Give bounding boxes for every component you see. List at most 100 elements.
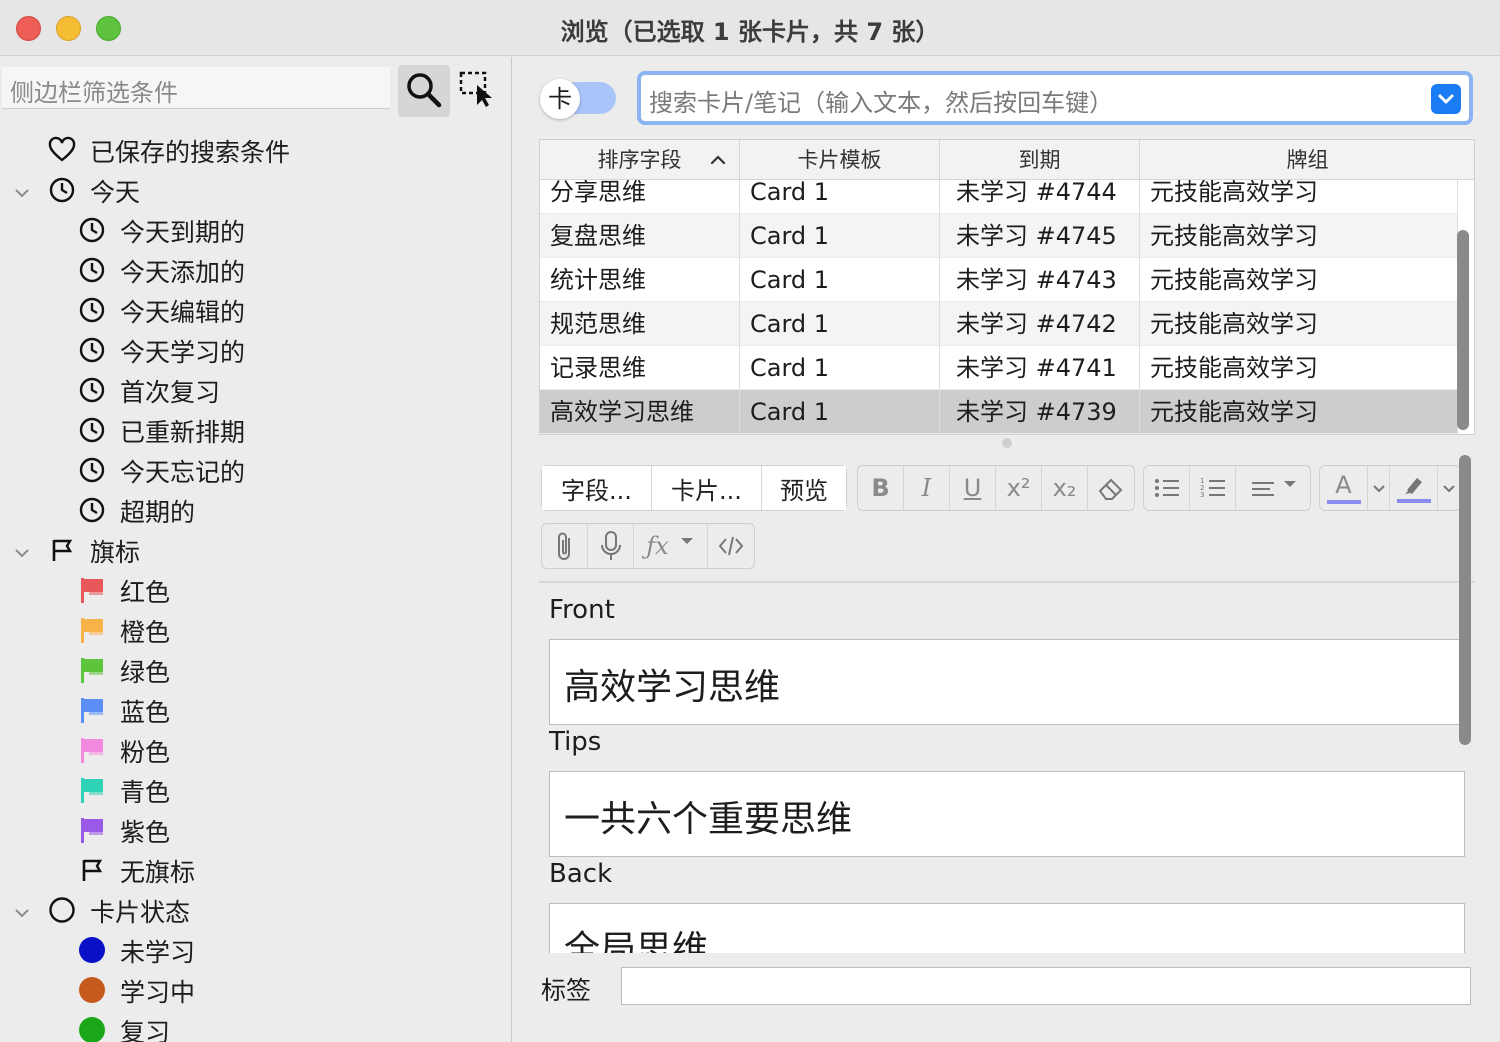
sidebar-item[interactable]: 已重新排期 bbox=[0, 410, 511, 450]
table-cell-deck: 元技能高效学习 bbox=[1140, 302, 1458, 346]
sidebar-item[interactable]: 紫色 bbox=[0, 810, 511, 850]
code-icon bbox=[718, 536, 744, 556]
field-editor[interactable]: 全局思维 bbox=[549, 903, 1465, 953]
bold-button[interactable]: B bbox=[858, 466, 904, 510]
bullet-list-button[interactable] bbox=[1144, 466, 1190, 510]
highlight-color-button[interactable] bbox=[1390, 466, 1438, 510]
tags-label: 标签 bbox=[541, 976, 592, 1005]
subscript-button[interactable]: x₂ bbox=[1042, 466, 1088, 510]
sidebar-item[interactable]: 今天添加的 bbox=[0, 250, 511, 290]
browse-window: 浏览（已选取 1 张卡片，共 7 张） 侧边栏筛选条件 已保存的搜索条件 今天 今天… bbox=[0, 0, 1500, 1042]
sidebar-filter-input[interactable]: 侧边栏筛选条件 bbox=[2, 67, 390, 109]
sidebar-item[interactable]: 今天到期的 bbox=[0, 210, 511, 250]
sidebar-item[interactable]: 粉色 bbox=[0, 730, 511, 770]
sidebar-item[interactable]: 青色 bbox=[0, 770, 511, 810]
sidebar-search-button[interactable] bbox=[398, 65, 450, 117]
table-cell-deck: 元技能高效学习 bbox=[1140, 390, 1458, 434]
italic-button[interactable]: I bbox=[904, 466, 950, 510]
cards-button[interactable]: 卡片... bbox=[652, 466, 762, 510]
fields-button[interactable]: 字段... bbox=[542, 466, 652, 510]
flag-cyan-icon bbox=[78, 776, 106, 804]
subscript-icon: x₂ bbox=[1052, 474, 1077, 502]
underline-button[interactable]: U bbox=[950, 466, 996, 510]
caret-down-icon bbox=[680, 538, 693, 544]
field-editor[interactable]: 高效学习思维 bbox=[549, 639, 1465, 725]
sort-ascending-icon bbox=[710, 155, 726, 165]
chevron-down-icon bbox=[1443, 485, 1455, 493]
html-editor-button[interactable] bbox=[708, 524, 754, 568]
numbered-list-button[interactable]: 123 bbox=[1190, 466, 1236, 510]
sidebar-item[interactable]: 今天学习的 bbox=[0, 330, 511, 370]
clock-icon bbox=[78, 216, 106, 244]
clock-icon bbox=[78, 336, 106, 364]
tags-input[interactable] bbox=[621, 967, 1471, 1005]
alignment-dropdown[interactable] bbox=[1236, 466, 1310, 510]
column-header-deck[interactable]: 牌组 bbox=[1140, 140, 1474, 180]
sidebar-item[interactable]: 今天编辑的 bbox=[0, 290, 511, 330]
preview-button[interactable]: 预览 bbox=[762, 466, 846, 510]
sidebar-item[interactable]: 无旗标 bbox=[0, 850, 511, 890]
sidebar-item[interactable]: 学习中 bbox=[0, 970, 511, 1010]
bold-icon: B bbox=[871, 474, 890, 502]
sidebar-item-label: 旗标 bbox=[90, 538, 141, 567]
flag-outline-icon bbox=[78, 856, 106, 884]
sidebar-item[interactable]: 今天 bbox=[0, 170, 511, 210]
attach-file-button[interactable] bbox=[542, 524, 588, 568]
table-cell-due: 未学习 #4742 bbox=[940, 302, 1140, 346]
record-audio-button[interactable] bbox=[588, 524, 634, 568]
svg-text:3: 3 bbox=[1200, 491, 1204, 499]
color-buttons: A bbox=[1319, 465, 1461, 511]
sidebar-item[interactable]: 橙色 bbox=[0, 610, 511, 650]
chevron-down-icon[interactable] bbox=[12, 180, 32, 200]
sidebar-item[interactable]: 蓝色 bbox=[0, 690, 511, 730]
column-header-sort-field[interactable]: 排序字段 bbox=[540, 140, 740, 180]
sidebar-item[interactable]: 未学习 bbox=[0, 930, 511, 970]
function-icon: ƒx bbox=[646, 532, 669, 560]
table-row[interactable]: 记录思维 Card 1 未学习 #4741 元技能高效学习 bbox=[540, 346, 1458, 390]
sidebar-item[interactable]: 绿色 bbox=[0, 650, 511, 690]
table-row[interactable]: 统计思维 Card 1 未学习 #4743 元技能高效学习 bbox=[540, 258, 1458, 302]
text-color-menu[interactable] bbox=[1368, 466, 1390, 510]
table-cell-template: Card 1 bbox=[740, 258, 940, 302]
cards-notes-toggle[interactable]: 卡 bbox=[540, 79, 616, 119]
format-buttons: B I U x² x₂ bbox=[857, 465, 1135, 511]
sidebar-item[interactable]: 红色 bbox=[0, 570, 511, 610]
text-color-button[interactable]: A bbox=[1320, 466, 1368, 510]
chevron-down-icon[interactable] bbox=[12, 540, 32, 560]
field-editor[interactable]: 一共六个重要思维 bbox=[549, 771, 1465, 857]
selection-tool-button[interactable] bbox=[458, 69, 498, 109]
math-dropdown[interactable]: ƒx bbox=[634, 524, 708, 568]
chevron-down-icon bbox=[1372, 485, 1385, 493]
superscript-button[interactable]: x² bbox=[996, 466, 1042, 510]
sidebar-item-label: 橙色 bbox=[120, 618, 171, 647]
sidebar-item-label: 红色 bbox=[120, 578, 171, 607]
sidebar-item-label: 超期的 bbox=[120, 498, 196, 527]
clear-format-button[interactable] bbox=[1088, 466, 1134, 510]
column-header-card-template[interactable]: 卡片模板 bbox=[740, 140, 940, 180]
sidebar-item[interactable]: 超期的 bbox=[0, 490, 511, 530]
table-row[interactable]: 高效学习思维 Card 1 未学习 #4739 元技能高效学习 bbox=[540, 390, 1458, 434]
list-buttons: 123 bbox=[1143, 465, 1311, 511]
table-row[interactable]: 复盘思维 Card 1 未学习 #4745 元技能高效学习 bbox=[540, 214, 1458, 258]
sidebar-item-label: 粉色 bbox=[120, 738, 171, 767]
sidebar-item[interactable]: 旗标 bbox=[0, 530, 511, 570]
splitter-handle[interactable] bbox=[1002, 438, 1012, 448]
sidebar-item[interactable]: 复习 bbox=[0, 1010, 511, 1042]
sidebar-item[interactable]: 卡片状态 bbox=[0, 890, 511, 930]
chevron-down-icon[interactable] bbox=[12, 900, 32, 920]
table-scrollbar[interactable] bbox=[1457, 230, 1469, 430]
sidebar-item[interactable]: 今天忘记的 bbox=[0, 450, 511, 490]
highlight-color-menu[interactable] bbox=[1438, 466, 1460, 510]
search-input[interactable]: 搜索卡片/笔记（输入文本，然后按回车键） bbox=[637, 71, 1473, 125]
column-header-due[interactable]: 到期 bbox=[940, 140, 1140, 180]
circle-outline-icon bbox=[48, 896, 76, 924]
table-cell-template: Card 1 bbox=[740, 346, 940, 390]
sidebar-item[interactable]: 首次复习 bbox=[0, 370, 511, 410]
paperclip-icon bbox=[557, 532, 570, 560]
sidebar-item[interactable]: 已保存的搜索条件 bbox=[0, 130, 511, 170]
table-row[interactable]: 规范思维 Card 1 未学习 #4742 元技能高效学习 bbox=[540, 302, 1458, 346]
search-history-dropdown[interactable] bbox=[1431, 84, 1461, 114]
editor-scrollbar[interactable] bbox=[1459, 455, 1471, 745]
table-cell-deck: 元技能高效学习 bbox=[1140, 214, 1458, 258]
numbered-list-icon: 123 bbox=[1200, 477, 1225, 499]
